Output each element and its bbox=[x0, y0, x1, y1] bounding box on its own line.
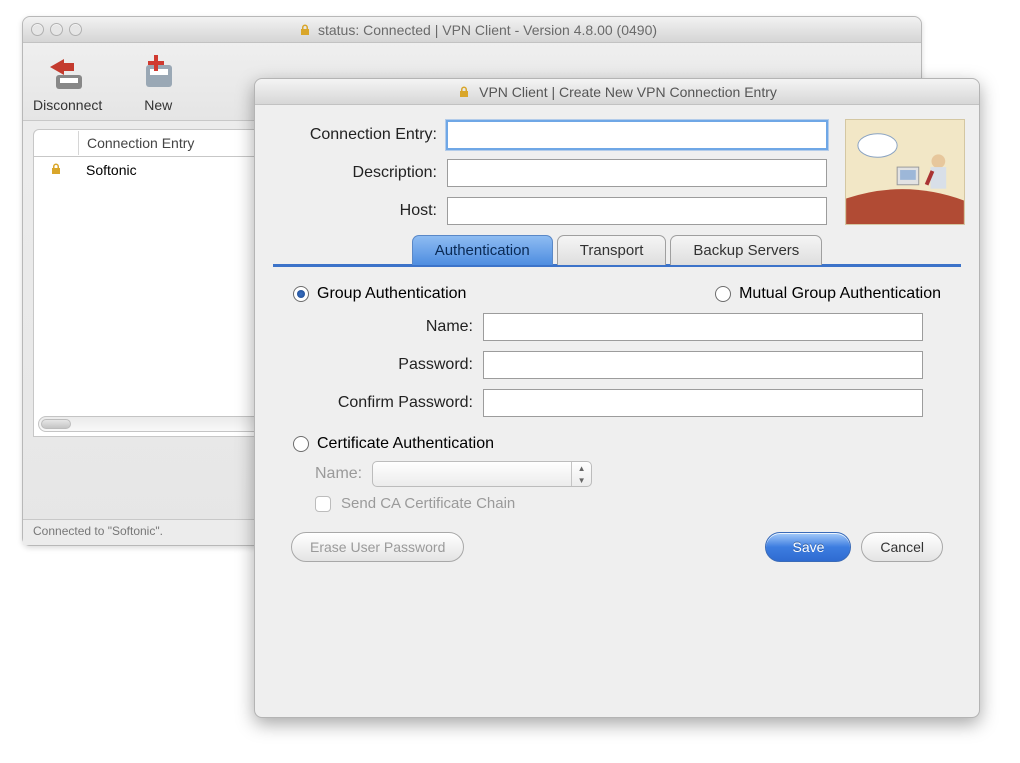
send-ca-checkbox[interactable] bbox=[315, 496, 331, 512]
authentication-pane: Group Authentication Mutual Group Authen… bbox=[273, 267, 961, 522]
connection-entry-label: Connection Entry: bbox=[273, 126, 447, 144]
scrollbar-thumb[interactable] bbox=[41, 419, 71, 429]
group-password-label: Password: bbox=[293, 356, 483, 374]
description-label: Description: bbox=[273, 164, 447, 182]
tab-bar: Authentication Transport Backup Servers bbox=[273, 235, 961, 265]
radio-icon bbox=[293, 436, 309, 452]
mutual-group-auth-radio[interactable]: Mutual Group Authentication bbox=[715, 285, 941, 303]
host-label: Host: bbox=[273, 202, 447, 220]
tab-authentication[interactable]: Authentication bbox=[412, 235, 553, 265]
send-ca-label: Send CA Certificate Chain bbox=[341, 495, 515, 512]
disconnect-icon bbox=[46, 51, 90, 95]
lock-icon bbox=[298, 23, 312, 37]
window-title: status: Connected | VPN Client - Version… bbox=[42, 22, 913, 38]
status-text: Connected to "Softonic". bbox=[33, 524, 163, 538]
dialog-title: VPN Client | Create New VPN Connection E… bbox=[479, 84, 777, 100]
dialog-button-bar: Erase User Password Save Cancel bbox=[273, 522, 961, 562]
description-input[interactable] bbox=[447, 159, 827, 187]
mutual-group-auth-label: Mutual Group Authentication bbox=[739, 285, 941, 303]
connection-illustration bbox=[845, 119, 965, 225]
window-title-text: status: Connected | VPN Client - Version… bbox=[318, 22, 657, 38]
group-name-input[interactable] bbox=[483, 313, 923, 341]
tab-transport[interactable]: Transport bbox=[557, 235, 667, 265]
cancel-button[interactable]: Cancel bbox=[861, 532, 943, 562]
host-input[interactable] bbox=[447, 197, 827, 225]
new-button[interactable]: New bbox=[128, 51, 188, 113]
new-label: New bbox=[144, 97, 172, 113]
certificate-auth-label: Certificate Authentication bbox=[317, 435, 494, 453]
certificate-name-label: Name: bbox=[315, 465, 362, 483]
disconnect-button[interactable]: Disconnect bbox=[33, 51, 102, 113]
lock-icon bbox=[457, 85, 471, 99]
group-password-input[interactable] bbox=[483, 351, 923, 379]
dialog-titlebar: VPN Client | Create New VPN Connection E… bbox=[255, 79, 979, 105]
group-confirm-password-label: Confirm Password: bbox=[293, 394, 483, 412]
save-button[interactable]: Save bbox=[765, 532, 851, 562]
tab-backup-servers[interactable]: Backup Servers bbox=[670, 235, 822, 265]
group-confirm-password-input[interactable] bbox=[483, 389, 923, 417]
new-icon bbox=[136, 51, 180, 95]
erase-user-password-button[interactable]: Erase User Password bbox=[291, 532, 464, 562]
group-auth-label: Group Authentication bbox=[317, 285, 466, 303]
combo-stepper-icon: ▲▼ bbox=[571, 462, 591, 486]
group-name-label: Name: bbox=[293, 318, 483, 336]
certificate-auth-radio[interactable]: Certificate Authentication bbox=[293, 435, 941, 453]
create-connection-dialog: VPN Client | Create New VPN Connection E… bbox=[254, 78, 980, 718]
connection-entry-input[interactable] bbox=[447, 121, 827, 149]
radio-icon bbox=[715, 286, 731, 302]
group-auth-radio[interactable]: Group Authentication bbox=[293, 285, 466, 303]
radio-icon bbox=[293, 286, 309, 302]
lock-icon bbox=[34, 162, 78, 179]
disconnect-label: Disconnect bbox=[33, 97, 102, 113]
certificate-name-combo[interactable]: ▲▼ bbox=[372, 461, 592, 487]
main-titlebar: status: Connected | VPN Client - Version… bbox=[23, 17, 921, 43]
